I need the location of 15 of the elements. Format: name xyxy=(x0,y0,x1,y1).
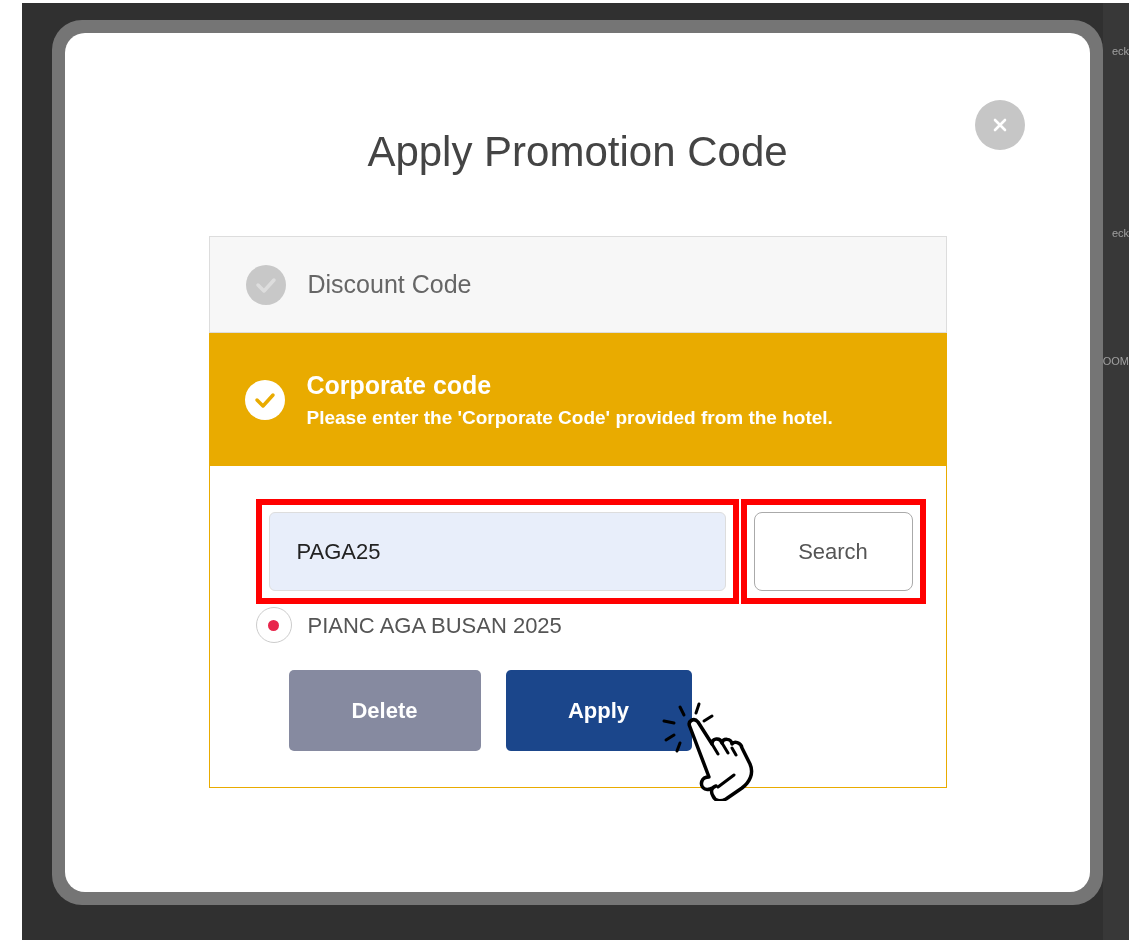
background-text: eck xyxy=(1111,226,1129,241)
option-label: Discount Code xyxy=(307,268,472,300)
code-field[interactable]: PAGA25 xyxy=(268,512,726,591)
option-label: Corporate code xyxy=(306,369,493,401)
close-icon xyxy=(993,118,1007,132)
search-button[interactable]: Search xyxy=(753,512,913,591)
apply-button[interactable]: Apply xyxy=(505,670,692,751)
option-description: Please enter the 'Corporate Code' provided from the hotel. xyxy=(306,406,833,430)
dialog-title: Apply Promotion Code xyxy=(367,131,788,173)
result-label: PIANC AGA BUSAN 2025 xyxy=(307,611,562,640)
background-text: OOM xyxy=(1102,354,1129,369)
check-icon xyxy=(245,264,286,305)
background-text: eck xyxy=(1111,44,1129,59)
check-icon xyxy=(244,379,285,420)
code-type-option[interactable]: Discount Code xyxy=(208,236,947,333)
